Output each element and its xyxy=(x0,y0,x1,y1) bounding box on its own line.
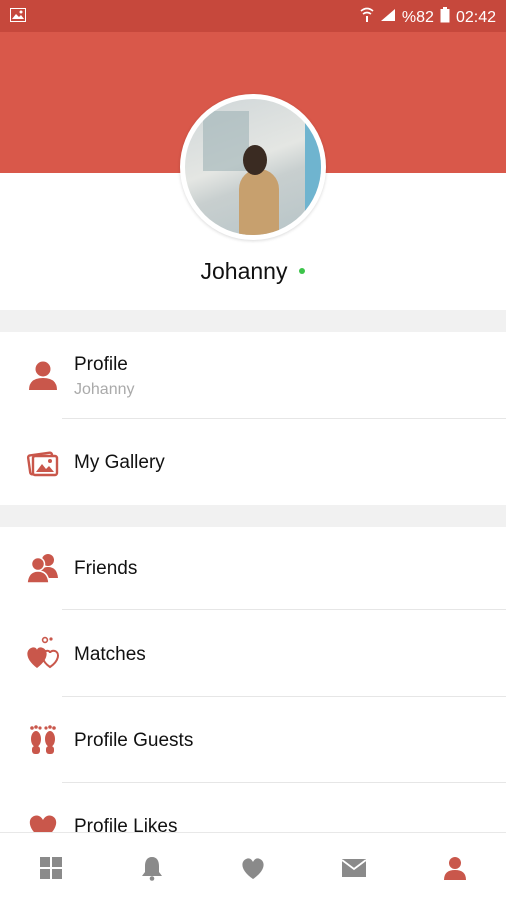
online-status-dot xyxy=(299,267,306,274)
menu-item-label: My Gallery xyxy=(74,452,165,473)
footprints-icon xyxy=(26,722,60,756)
menu-item-matches[interactable]: Matches xyxy=(0,610,506,696)
hearts-icon xyxy=(26,636,60,670)
menu-item-label: Profile xyxy=(74,354,128,375)
menu-item-my-gallery[interactable]: My Gallery xyxy=(0,419,506,505)
mail-icon xyxy=(341,859,367,877)
battery-icon xyxy=(440,7,450,28)
bottom-navigation xyxy=(0,832,506,901)
profile-name: Johanny xyxy=(0,258,506,285)
battery-percent: %82 xyxy=(401,8,434,26)
wifi-calling-icon xyxy=(360,7,374,28)
nav-tab-home[interactable] xyxy=(0,833,101,901)
nav-tab-notifications[interactable] xyxy=(101,833,202,901)
menu-item-label: Friends xyxy=(74,558,138,579)
clock: 02:42 xyxy=(455,8,496,26)
gallery-notification-icon xyxy=(10,8,26,27)
heart-icon xyxy=(26,809,60,832)
profile-avatar[interactable] xyxy=(180,94,326,240)
user-icon xyxy=(26,358,60,392)
grid-icon xyxy=(40,857,62,879)
menu-item-profile-likes[interactable]: Profile Likes xyxy=(0,783,506,832)
gallery-icon xyxy=(26,445,60,479)
user-icon xyxy=(444,857,466,880)
signal-icon xyxy=(380,8,396,27)
profile-name-text: Johanny xyxy=(200,258,288,284)
heart-icon xyxy=(242,858,264,879)
menu-item-label: Matches xyxy=(74,644,146,665)
menu-item-profile[interactable]: Profile Johanny xyxy=(0,332,506,418)
status-bar: %82 02:42 xyxy=(0,0,506,32)
section-separator xyxy=(0,310,506,332)
section-separator xyxy=(0,505,506,527)
menu-item-profile-guests[interactable]: Profile Guests xyxy=(0,697,506,783)
menu-item-sublabel: Johanny xyxy=(74,381,135,398)
friends-icon xyxy=(26,551,60,585)
nav-tab-likes[interactable] xyxy=(202,833,303,901)
bell-icon xyxy=(142,857,162,881)
avatar-photo xyxy=(185,99,321,235)
nav-tab-profile[interactable] xyxy=(404,833,505,901)
nav-tab-messages[interactable] xyxy=(303,833,404,901)
menu-item-friends[interactable]: Friends xyxy=(0,526,506,609)
menu-item-label: Profile Guests xyxy=(74,730,194,751)
menu-item-label: Profile Likes xyxy=(74,816,178,832)
